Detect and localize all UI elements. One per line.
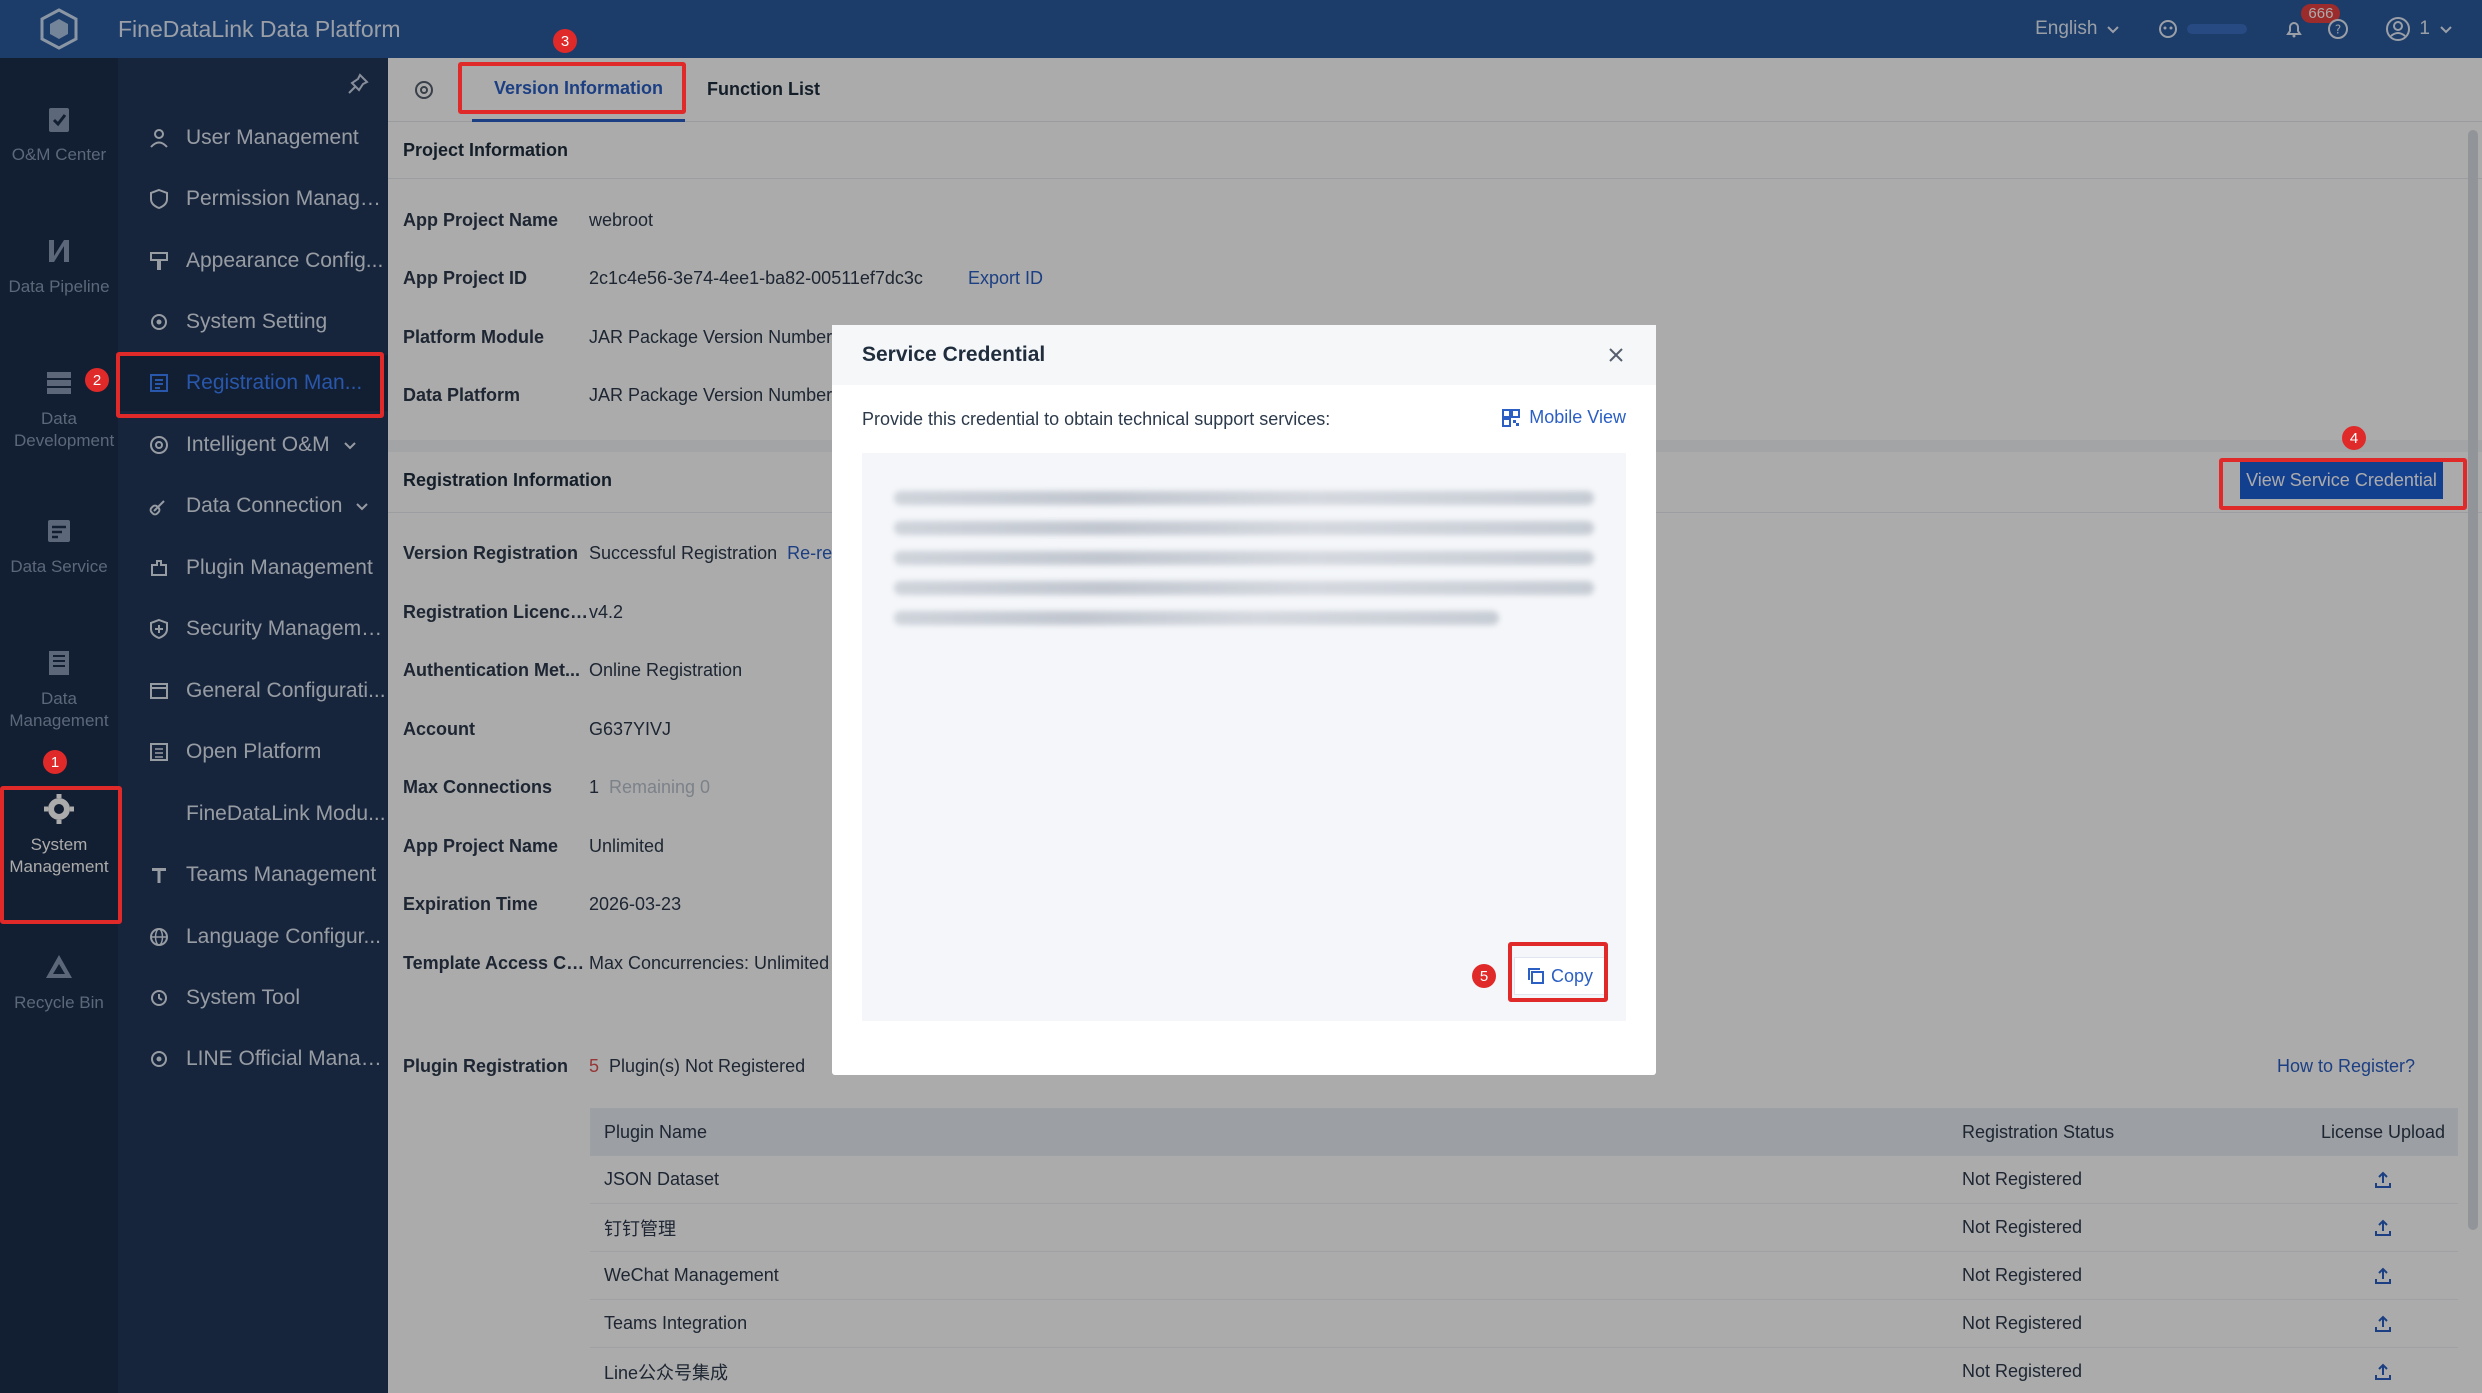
modal-header: Service Credential (832, 325, 1656, 385)
annotation-number-3: 3 (553, 29, 577, 53)
mobile-view-button[interactable]: Mobile View (1501, 407, 1626, 428)
blurred-credential-line (894, 551, 1594, 565)
blurred-credential-line (894, 521, 1594, 535)
modal-title: Service Credential (862, 343, 1046, 366)
blurred-credential-line (894, 611, 1499, 625)
close-icon[interactable] (1606, 345, 1626, 365)
modal-description: Provide this credential to obtain techni… (862, 409, 1331, 429)
annotation-number-5: 5 (1472, 964, 1496, 988)
annotation-box-2 (116, 352, 384, 418)
annotation-box-4 (2219, 458, 2467, 510)
annotation-box-1 (0, 786, 122, 924)
annotation-number-4: 4 (2342, 426, 2366, 450)
blurred-credential-line (894, 491, 1594, 505)
credential-text-area: Copy (862, 453, 1626, 1021)
annotation-number-1: 1 (43, 750, 67, 774)
qr-code-icon (1502, 408, 1521, 427)
annotation-box-3 (458, 62, 686, 114)
annotation-number-2: 2 (85, 368, 109, 392)
annotation-box-5 (1508, 942, 1608, 1002)
blurred-credential-line (894, 581, 1594, 595)
mobile-view-label: Mobile View (1529, 407, 1626, 427)
